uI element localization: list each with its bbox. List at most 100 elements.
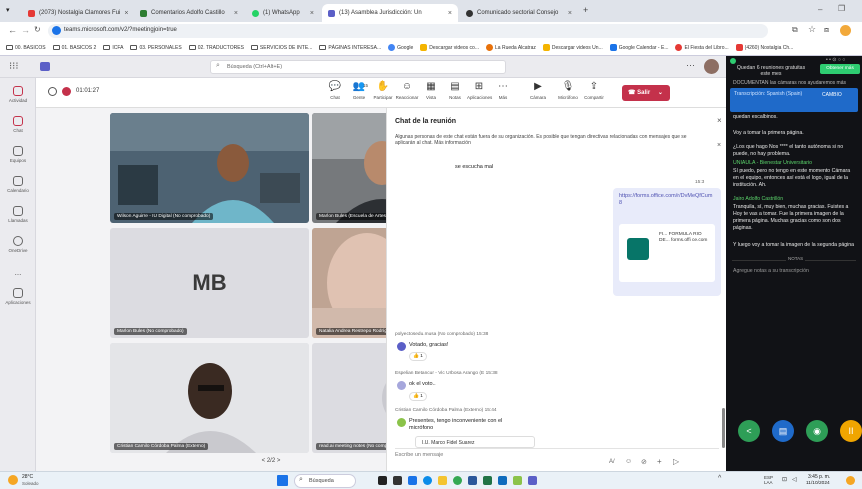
control-apps[interactable]: ⊞ Aplicaciones — [467, 81, 492, 100]
bookmark-item[interactable]: Google Calendar - E... — [609, 44, 668, 51]
share-button[interactable]: < — [738, 420, 760, 442]
extensions-icon[interactable]: ⧈ — [824, 25, 829, 35]
close-tab-icon[interactable]: × — [568, 10, 572, 17]
bookmark-item[interactable]: SERVICIOS DE INTE... — [250, 45, 312, 51]
minimize-icon[interactable]: – — [818, 5, 822, 14]
bookmark-star-icon[interactable]: ☆ — [808, 24, 816, 35]
record-button[interactable]: ◉ — [806, 420, 828, 442]
rail-item-calls[interactable]: Llamadas — [0, 206, 36, 223]
network-icon[interactable]: ⊡ — [782, 476, 787, 483]
browser-tab-active[interactable]: (13) Asamblea Jurisdicción: Un × — [322, 4, 458, 22]
transcription-source-bar[interactable]: Transcripción: Spanish (Spain) CAMBIO — [730, 88, 858, 112]
rail-item-chat[interactable]: Chat — [0, 116, 36, 133]
new-tab-button[interactable]: + — [583, 5, 588, 15]
language-indicator[interactable]: ESP LAA — [764, 475, 778, 485]
close-tab-icon[interactable]: × — [124, 10, 128, 17]
bookmark-item[interactable]: Google — [388, 44, 413, 51]
control-chat[interactable]: 💬 Chat — [323, 81, 347, 100]
form-link[interactable]: https://forms.office.com/r/DvMeQfCum8 — [619, 193, 715, 207]
control-react[interactable]: ☺ Reaccionar — [395, 81, 419, 100]
outlook-icon[interactable] — [498, 476, 507, 485]
browser-tab[interactable]: Comunicado sectorial Consejo × — [460, 4, 578, 22]
browser-tab[interactable]: (2073) Nostalgia Clamores Fui × — [22, 4, 132, 22]
start-button[interactable] — [277, 475, 288, 486]
reaction-badge[interactable]: 👍 1 — [409, 352, 427, 361]
notes-input[interactable]: Agregue notas a su transcripción — [733, 268, 857, 275]
explorer-icon[interactable] — [393, 476, 402, 485]
forward-icon[interactable]: → — [21, 25, 30, 35]
control-raise-hand[interactable]: ✋ Participar — [371, 81, 395, 100]
control-notes[interactable]: ▤ Notas — [443, 81, 467, 100]
excel-icon[interactable] — [483, 476, 492, 485]
restore-icon[interactable]: ❐ — [838, 4, 845, 13]
document-button[interactable]: ▤ — [772, 420, 794, 442]
more-options-icon[interactable]: ⋯ — [686, 60, 695, 71]
bookmark-item[interactable]: ICFA — [103, 45, 123, 51]
close-chat-icon[interactable]: × — [717, 116, 722, 125]
weather-icon[interactable] — [8, 475, 18, 485]
bookmark-item[interactable]: 01. BASICOS 2 — [52, 45, 96, 51]
link-preview-card[interactable]: FI... FORMULA RIO DE... forms.offi ce.co… — [619, 224, 715, 282]
app-launcher-icon[interactable]: ⁝⁝⁝ — [9, 61, 19, 72]
close-notice-icon[interactable]: × — [717, 142, 721, 149]
app-icon[interactable] — [408, 476, 417, 485]
bookmark-item[interactable]: Descargar videos Un... — [542, 44, 603, 51]
paint-icon[interactable] — [513, 476, 522, 485]
bookmark-item[interactable]: 03. PERSONALES — [130, 45, 182, 51]
edge-icon[interactable] — [423, 476, 432, 485]
rail-item-onedrive[interactable]: OneDrive — [0, 236, 36, 253]
notifications-icon[interactable] — [846, 476, 855, 485]
clock-date[interactable]: 11/10/2024 — [806, 481, 830, 486]
emoji-icon[interactable]: ☺ — [625, 458, 632, 465]
change-language-button[interactable]: CAMBIO — [822, 92, 842, 98]
control-more[interactable]: ⋯ Más — [491, 81, 515, 100]
format-icon[interactable]: A/ — [609, 459, 615, 465]
teams-icon[interactable] — [528, 476, 537, 485]
compose-box[interactable]: Escribe un mensaje A/ ☺ ⊘ + ▷ — [395, 448, 719, 468]
close-tab-icon[interactable]: × — [448, 10, 452, 17]
url-field[interactable]: teams.microsoft.com/v2/?meetingjoin=true — [48, 24, 768, 38]
tab-menu-icon[interactable]: ▾ — [6, 6, 10, 14]
chrome-icon[interactable] — [453, 476, 462, 485]
bookmark-item[interactable]: (4260) Nostalgia Ch... — [735, 44, 793, 51]
rail-item-calendar[interactable]: Calendario — [0, 176, 36, 193]
user-avatar[interactable] — [704, 59, 719, 74]
control-share[interactable]: ⇪ Compartir — [582, 81, 606, 100]
close-tab-icon[interactable]: × — [234, 10, 238, 17]
control-mic[interactable]: 🎙 Micrófono — [556, 81, 580, 100]
browser-tab[interactable]: (1) WhatsApp × — [246, 4, 320, 22]
link-bubble[interactable]: https://forms.office.com/r/DvMeQfCum8 FI… — [613, 188, 721, 296]
control-people[interactable]: 👥 Gente 15 — [347, 81, 371, 100]
word-icon[interactable] — [468, 476, 477, 485]
profile-avatar[interactable] — [840, 25, 851, 36]
bookmark-item[interactable]: La Rueda Alcatraz — [486, 44, 536, 51]
compose-input[interactable]: Escribe un mensaje — [395, 452, 443, 458]
folder-icon[interactable] — [438, 476, 447, 485]
chat-scrollbar[interactable] — [722, 408, 725, 448]
bookmark-item[interactable]: PÁGINAS INTERESA... — [319, 45, 381, 51]
leave-button[interactable]: ☎ Salir ⌄ — [622, 85, 670, 101]
weather-temp[interactable]: 28°C — [22, 474, 33, 480]
cast-icon[interactable]: ⧉ — [792, 25, 798, 35]
participant-tile[interactable]: Cristian Camilo Córdoba Palma (Externo) — [110, 343, 309, 453]
add-icon[interactable]: + — [657, 457, 662, 466]
control-view[interactable]: ▦ Vista — [419, 81, 443, 100]
browser-tab[interactable]: Comentarios Adolfo Castillo × — [134, 4, 244, 22]
task-view-icon[interactable] — [378, 476, 387, 485]
participant-tile[interactable]: MB Marlon Bules (No comprobado) — [110, 228, 309, 338]
reload-icon[interactable]: ↻ — [34, 25, 41, 34]
rail-item-activity[interactable]: Actividad — [0, 86, 36, 103]
send-icon[interactable]: ▷ — [673, 457, 679, 466]
taskbar-search[interactable]: ⌕ Búsqueda — [294, 474, 356, 488]
bookmark-item[interactable]: 00. BASICOS — [6, 45, 46, 51]
back-icon[interactable]: ← — [8, 25, 17, 35]
clock-time[interactable]: 3:45 p. m. — [808, 474, 830, 480]
bookmark-item[interactable]: 02. TRADUCTORES — [188, 45, 244, 51]
bookmark-item[interactable]: El Fiesta del Libro... — [675, 44, 729, 51]
panel-window-controls[interactable]: • • ⊙ ○ ○ — [826, 57, 845, 63]
rail-item-apps[interactable]: Aplicaciones — [0, 288, 36, 305]
control-camera[interactable]: ▶ Cámara — [526, 81, 550, 100]
get-more-button[interactable]: Obtener más — [820, 64, 860, 74]
volume-icon[interactable]: ◁ — [792, 476, 797, 483]
pause-button[interactable]: II — [840, 420, 862, 442]
